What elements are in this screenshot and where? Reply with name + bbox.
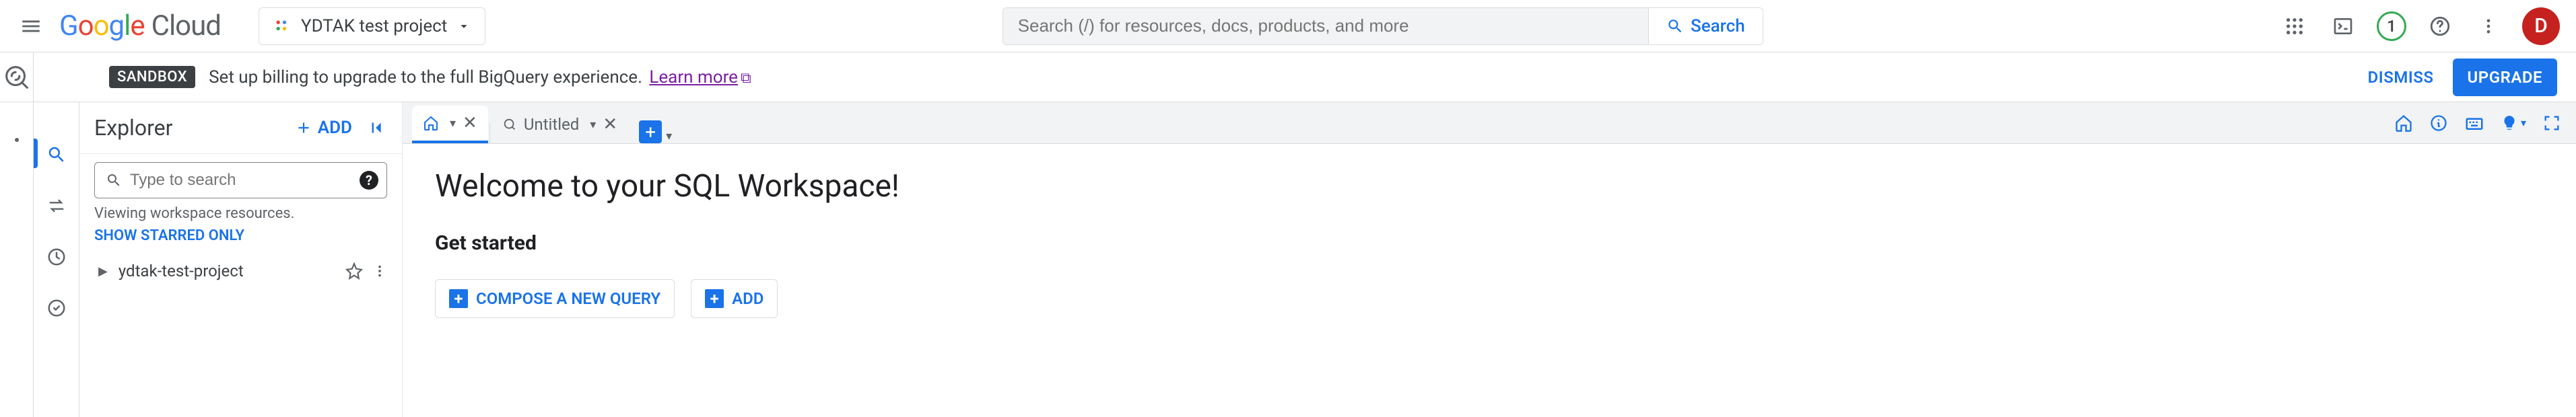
search-icon bbox=[1666, 17, 1684, 35]
sandbox-chip: SANDBOX bbox=[109, 66, 195, 88]
project-name: YDTAK test project bbox=[301, 16, 447, 36]
main-menu-button[interactable] bbox=[16, 11, 46, 41]
query-icon bbox=[502, 117, 517, 132]
info-toolbar-icon[interactable] bbox=[2429, 114, 2448, 132]
keyboard-toolbar-icon[interactable] bbox=[2464, 113, 2484, 133]
explorer-title: Explorer bbox=[94, 115, 172, 141]
caret-down-icon[interactable]: ▾ bbox=[450, 116, 456, 130]
explorer-add-button[interactable]: ADD bbox=[295, 118, 352, 138]
global-search[interactable]: Search bbox=[1003, 7, 1763, 45]
plus-icon bbox=[295, 119, 312, 137]
tab-label: Untitled bbox=[524, 115, 579, 134]
more-icon[interactable] bbox=[372, 264, 387, 278]
external-link-icon: ⧉ bbox=[741, 70, 751, 87]
show-starred-link[interactable]: SHOW STARRED ONLY bbox=[94, 227, 387, 244]
google-cloud-logo[interactable]: Google Cloud bbox=[59, 9, 221, 42]
dismiss-button[interactable]: DISMISS bbox=[2363, 68, 2439, 87]
fullscreen-toolbar-icon[interactable] bbox=[2542, 114, 2561, 132]
rail-transfers-icon[interactable] bbox=[43, 192, 70, 219]
plus-icon: + bbox=[449, 289, 468, 308]
active-rail-indicator bbox=[34, 139, 38, 168]
search-icon bbox=[106, 172, 122, 188]
rail-dot-icon[interactable] bbox=[3, 126, 30, 153]
compose-query-button[interactable]: + COMPOSE A NEW QUERY bbox=[435, 279, 675, 318]
expand-arrow-icon[interactable]: ▶ bbox=[98, 264, 108, 278]
rail-capacity-icon[interactable] bbox=[43, 295, 70, 321]
free-trial-badge[interactable]: 1 bbox=[2377, 11, 2406, 41]
project-node[interactable]: ▶ ydtak-test-project bbox=[94, 256, 387, 286]
project-picker[interactable]: YDTAK test project bbox=[259, 7, 485, 45]
rail-search-icon[interactable] bbox=[43, 141, 70, 168]
learn-more-link[interactable]: Learn more bbox=[649, 67, 738, 87]
caret-down-icon bbox=[456, 19, 471, 34]
untitled-tab[interactable]: Untitled ▾ ✕ bbox=[492, 106, 628, 143]
apps-icon[interactable] bbox=[2280, 11, 2309, 41]
search-input[interactable] bbox=[1003, 8, 1648, 44]
new-tab-button[interactable]: + bbox=[639, 120, 662, 143]
home-tab[interactable]: ▾ ✕ bbox=[412, 106, 488, 143]
banner-text: Set up billing to upgrade to the full Bi… bbox=[209, 67, 751, 87]
more-menu-icon[interactable] bbox=[2474, 11, 2503, 41]
workspace-title: Welcome to your SQL Workspace! bbox=[435, 168, 2544, 204]
new-tab-caret-icon[interactable]: ▾ bbox=[666, 129, 672, 143]
workspace-subtitle: Get started bbox=[435, 231, 2544, 255]
cloud-shell-icon[interactable] bbox=[2328, 11, 2358, 41]
tips-toolbar-icon[interactable]: ▾ bbox=[2501, 114, 2526, 132]
caret-down-icon[interactable]: ▾ bbox=[590, 118, 596, 132]
project-node-label: ydtak-test-project bbox=[118, 262, 244, 280]
rail-history-icon[interactable] bbox=[43, 243, 70, 270]
explorer-search-field[interactable]: ? bbox=[94, 162, 387, 198]
search-button[interactable]: Search bbox=[1648, 8, 1763, 44]
explorer-hint: Viewing workspace resources. bbox=[94, 205, 387, 222]
explorer-search-input[interactable] bbox=[130, 171, 376, 190]
home-icon bbox=[423, 115, 439, 131]
close-tab-icon[interactable]: ✕ bbox=[603, 114, 617, 135]
workspace-add-button[interactable]: + ADD bbox=[691, 279, 778, 318]
plus-icon: + bbox=[705, 289, 724, 308]
search-info-icon[interactable]: ? bbox=[360, 171, 378, 190]
bigquery-logo-icon[interactable] bbox=[1, 62, 32, 93]
help-icon[interactable] bbox=[2425, 11, 2455, 41]
close-tab-icon[interactable]: ✕ bbox=[463, 113, 477, 133]
star-icon[interactable] bbox=[345, 262, 363, 280]
collapse-explorer-button[interactable] bbox=[367, 118, 387, 138]
tab-separator bbox=[489, 123, 490, 143]
account-avatar[interactable]: D bbox=[2522, 7, 2560, 45]
upgrade-button[interactable]: UPGRADE bbox=[2453, 59, 2557, 96]
home-toolbar-icon[interactable] bbox=[2394, 114, 2413, 132]
